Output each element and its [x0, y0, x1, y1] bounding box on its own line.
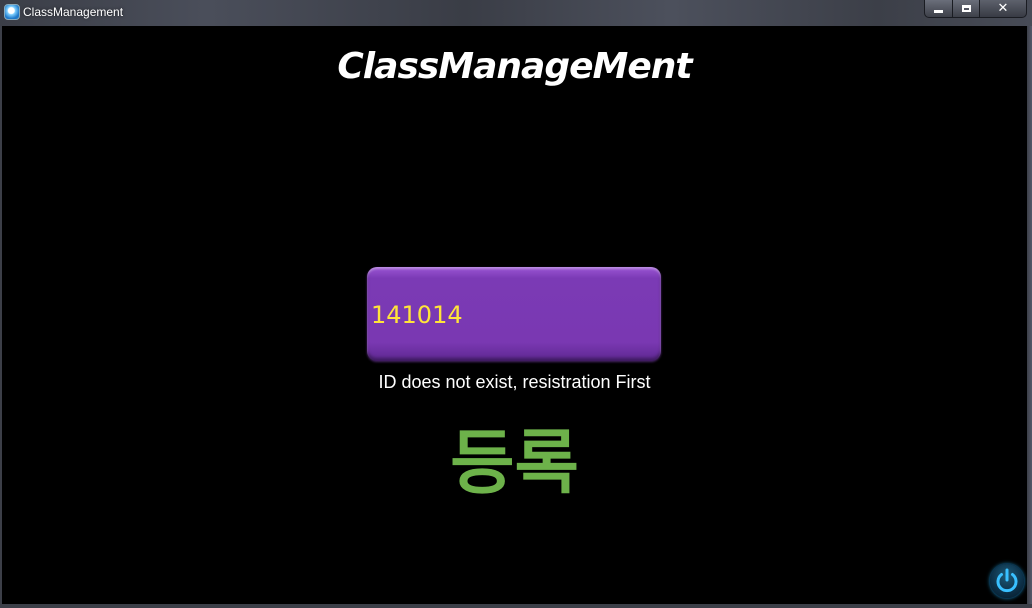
window-frame-bottom — [0, 604, 1032, 608]
id-input-value[interactable]: 141014 — [371, 301, 463, 329]
app-client-area: ClassManageMent 141014 ID does not exist… — [2, 26, 1027, 604]
app-icon — [4, 4, 20, 20]
minimize-button[interactable] — [924, 0, 953, 18]
register-button[interactable]: 등록 — [432, 412, 597, 504]
window-title-bar[interactable]: ClassManagement ✕ — [0, 0, 1032, 26]
window-frame-right — [1027, 26, 1032, 608]
maximize-icon — [961, 5, 971, 12]
status-message: ID does not exist, resistration First — [378, 372, 651, 392]
minimize-icon — [934, 10, 943, 13]
power-button[interactable] — [990, 564, 1024, 598]
id-input[interactable]: 141014 — [367, 267, 661, 361]
app-title: ClassManageMent — [337, 46, 692, 87]
maximize-button[interactable] — [952, 0, 980, 18]
window-title: ClassManagement — [23, 5, 124, 19]
power-icon — [996, 568, 1018, 593]
close-icon: ✕ — [997, 1, 1009, 16]
close-button[interactable]: ✕ — [979, 0, 1027, 18]
